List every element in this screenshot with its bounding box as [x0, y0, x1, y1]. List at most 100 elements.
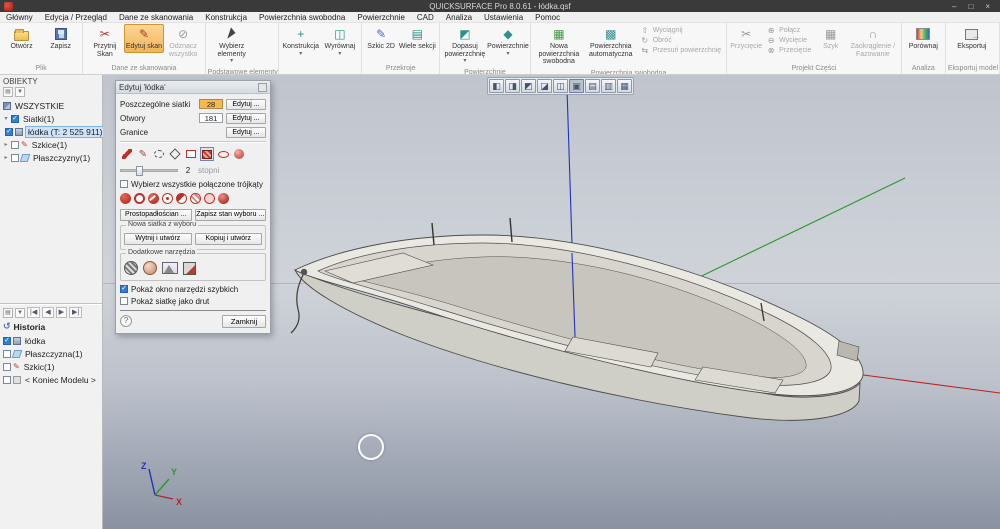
tree-item-sketches[interactable]: ▸ ✎ Szkice(1)	[0, 138, 102, 151]
edit-boundaries-button[interactable]: Edytuj ...	[226, 126, 266, 138]
box-select-button[interactable]: Prostopadłościan ...	[120, 208, 192, 221]
help-button[interactable]: ?	[120, 315, 132, 327]
smooth-brush-tool-icon[interactable]	[124, 261, 138, 275]
view-left-button[interactable]: ◪	[537, 79, 552, 93]
view-fit-button[interactable]: ▦	[617, 79, 632, 93]
flatten-tool-icon[interactable]	[162, 262, 178, 274]
save-selection-state-button[interactable]: Zapisz stan wyboru ...	[194, 208, 266, 221]
flood-select-icon[interactable]	[200, 147, 214, 161]
fillet-chamfer-button[interactable]: ∩ Zaokrąglenie / Fazowanie	[847, 24, 899, 60]
panel-filter-icon[interactable]: ▼	[15, 87, 25, 97]
history-first-button[interactable]: |◀	[27, 307, 41, 318]
panel-list-icon[interactable]: ▤	[3, 87, 13, 97]
menu-glowny[interactable]: Główny	[0, 13, 39, 22]
join-button[interactable]: ⊕ Połącz	[763, 26, 814, 35]
view-right-button[interactable]: ◫	[553, 79, 568, 93]
deselect-all-button[interactable]: ⊘ Odznacz wszystko	[164, 24, 203, 60]
edit-scan-button[interactable]: ✎ Edytuj skan	[124, 24, 164, 53]
sketch-2d-button[interactable]: ✎ Szkic 2D	[364, 24, 397, 53]
pencil-select-icon[interactable]: ✎	[136, 147, 150, 161]
select-filter-icon-6[interactable]	[190, 193, 201, 204]
sketches-checkbox[interactable]	[11, 140, 19, 149]
select-filter-icon-5[interactable]	[176, 193, 187, 204]
angle-slider[interactable]	[120, 166, 178, 176]
move-surface-button[interactable]: ⇆ Przesuń powierzchnię	[637, 46, 724, 55]
fit-surface-button[interactable]: ◩ Dopasuj powierzchnię ▾	[442, 24, 488, 67]
cube-tool-icon[interactable]	[183, 261, 196, 275]
show-quick-tools-row[interactable]: ✓ Pokaż okno narzędzi szybkich	[120, 283, 266, 295]
dialog-collapse-button[interactable]	[258, 82, 267, 92]
history-plane-checkbox[interactable]	[3, 349, 11, 358]
menu-ustawienia[interactable]: Ustawienia	[478, 13, 529, 22]
menu-powierzchnia-swobodna[interactable]: Powierzchnia swobodna	[253, 13, 351, 22]
compare-button[interactable]: Porównaj	[904, 24, 943, 53]
planes-checkbox[interactable]	[11, 153, 19, 162]
mesh-lodka-checkbox[interactable]: ✓	[5, 127, 13, 136]
history-list-icon[interactable]: ▤	[3, 307, 13, 318]
show-quick-tools-checkbox[interactable]: ✓	[120, 285, 128, 293]
meshes-checkbox[interactable]: ✓	[11, 114, 19, 123]
new-freeform-surface-button[interactable]: ▦ Nowa powierzchnia swobodna	[533, 24, 585, 68]
intersect-button[interactable]: ⊗ Przecięcie	[763, 46, 814, 55]
edit-holes-button[interactable]: Edytuj ...	[226, 112, 266, 124]
polygon-select-icon[interactable]	[168, 147, 182, 161]
history-prev-button[interactable]: ◀	[42, 307, 54, 318]
menu-analiza[interactable]: Analiza	[440, 13, 478, 22]
crop-scan-button[interactable]: ✂ Przytnij Skan	[85, 24, 124, 60]
tree-item-planes[interactable]: ▸ Płaszczyzny(1)	[0, 151, 102, 164]
maximize-button[interactable]: □	[968, 2, 973, 11]
history-tree-icon[interactable]: ▼	[15, 307, 25, 318]
boat-mesh-model[interactable]	[290, 217, 864, 421]
history-last-button[interactable]: ▶|	[68, 307, 83, 318]
tree-item-mesh-lodka[interactable]: ✓ łódka (T: 2 525 911)	[0, 125, 106, 138]
brush-select-icon[interactable]	[120, 147, 134, 161]
open-button[interactable]: Otwórz	[2, 24, 41, 53]
pattern-button[interactable]: ▦ Szyk	[814, 24, 847, 53]
slider-handle[interactable]	[135, 166, 143, 176]
expander-icon[interactable]: ▾	[3, 115, 9, 122]
history-item-szkic[interactable]: ✎ Szkic(1)	[0, 360, 102, 373]
expander-icon[interactable]: ▸	[3, 141, 9, 148]
select-connected-row[interactable]: Wybierz wszystkie połączone trójkąty	[120, 178, 266, 190]
sphere-select-icon[interactable]	[232, 147, 246, 161]
revolve-button[interactable]: ↻ Obróć	[637, 36, 724, 45]
view-bottom-button[interactable]: ▤	[585, 79, 600, 93]
show-wireframe-row[interactable]: Pokaż siatkę jako drut	[120, 295, 266, 307]
view-top-button[interactable]: ▣	[569, 79, 584, 93]
select-filter-icon-2[interactable]	[134, 193, 145, 204]
holes-value[interactable]: 181	[199, 113, 223, 123]
view-back-button[interactable]: ◩	[521, 79, 536, 93]
copy-and-create-button[interactable]: Kopiuj i utwórz	[194, 232, 262, 245]
menu-cad[interactable]: CAD	[411, 13, 440, 22]
ellipse-select-icon[interactable]	[216, 147, 230, 161]
view-iso-button[interactable]: ◧	[489, 79, 504, 93]
menu-konstrukcja[interactable]: Konstrukcja	[199, 13, 253, 22]
end-of-model-checkbox[interactable]	[3, 375, 11, 384]
menu-pomoc[interactable]: Pomoc	[529, 13, 566, 22]
trim-button[interactable]: ✂ Przycięcie	[729, 24, 763, 53]
close-button[interactable]: ×	[985, 2, 990, 11]
auto-surface-button[interactable]: ▩ Powierzchnia automatyczna	[585, 24, 637, 60]
select-filter-icon-8[interactable]	[218, 193, 229, 204]
cut-button[interactable]: ⊖ Wycięcie	[763, 36, 814, 45]
view-perspective-button[interactable]: ▥	[601, 79, 616, 93]
cut-and-create-button[interactable]: Wytnij i utwórz	[124, 232, 192, 245]
minimize-button[interactable]: –	[952, 2, 956, 11]
menu-dane-ze-skanowania[interactable]: Dane ze skanowania	[113, 13, 199, 22]
export-button[interactable]: Eksportuj	[948, 24, 996, 53]
view-front-button[interactable]: ◨	[505, 79, 520, 93]
save-button[interactable]: Zapisz	[41, 24, 80, 53]
lasso-select-icon[interactable]	[152, 147, 166, 161]
show-wireframe-checkbox[interactable]	[120, 297, 128, 305]
tree-item-meshes[interactable]: ▾ ✓ Siatki(1)	[0, 112, 102, 125]
extrude-button[interactable]: ⇧ Wyciągnij	[637, 26, 724, 35]
construction-button[interactable]: + Konstrukcja ▾	[281, 24, 320, 59]
history-lodka-checkbox[interactable]: ✓	[3, 336, 11, 345]
dialog-titlebar[interactable]: Edytuj 'łódka'	[116, 81, 270, 94]
history-next-button[interactable]: ▶	[55, 307, 67, 318]
select-filter-icon-3[interactable]	[148, 193, 159, 204]
select-connected-checkbox[interactable]	[120, 180, 128, 188]
select-filter-icon-1[interactable]	[120, 193, 131, 204]
menu-powierzchnie[interactable]: Powierzchnie	[351, 13, 411, 22]
history-item-end-of-model[interactable]: < Koniec Modelu >	[0, 373, 102, 386]
